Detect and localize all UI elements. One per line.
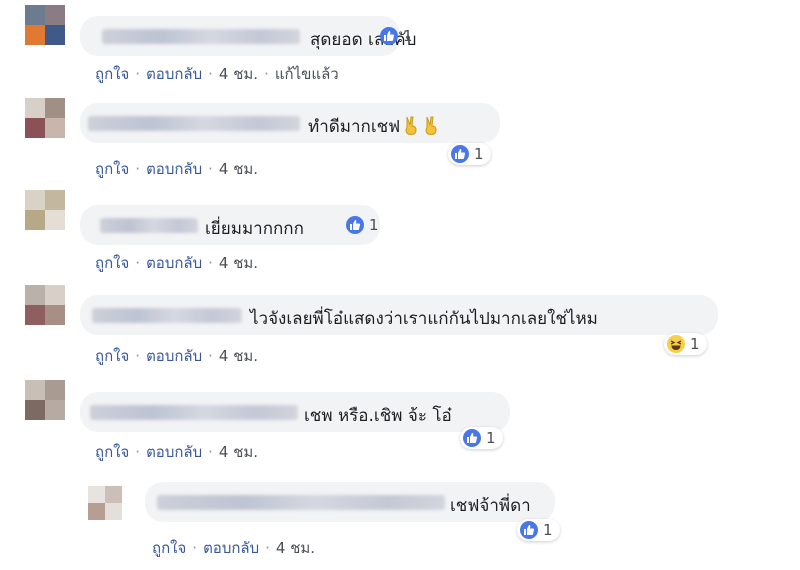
comment-bubble: ทำดีมากเชฟ [80,103,500,143]
thumbs-up-icon [346,216,364,234]
victory-hand-icon [403,116,420,136]
like-link[interactable]: ถูกใจ [95,160,129,178]
comment: ทำดีมากเชฟ 1 ถูกใจ · ตอบกลับ · 4 ชม. [0,95,800,187]
thumbs-up-icon [520,521,538,539]
reaction-count: 1 [486,429,496,447]
reaction-count: 1 [690,335,700,353]
victory-hand-icon [423,116,440,136]
commenter-name[interactable] [100,218,198,233]
like-reaction-badge[interactable]: 1 [460,427,503,449]
like-link[interactable]: ถูกใจ [152,539,186,557]
comment: เยี่ยมมากกกก 1 ถูกใจ · ตอบกลับ · 4 ชม. [0,187,800,282]
timestamp[interactable]: 4 ชม. [219,254,258,272]
comment: สุดยอด เลยคับ 1 ถูกใจ · ตอบกลับ · 4 ชม. · แก้ไ… [0,0,800,95]
reply-link[interactable]: ตอบกลับ [146,443,202,461]
comment-text: เยี่ยมมากกกก [205,219,304,239]
comment-bubble: สุดยอด เลยคับ [80,16,416,56]
reply-comment: เชฟจ้าพี่ดา 1 ถูกใจ · ตอบกลับ · 4 ชม. [0,470,800,570]
comment-actions: ถูกใจ · ตอบกลับ · 4 ชม. · แก้ไขแล้ว [95,65,339,83]
comment-actions: ถูกใจ · ตอบกลับ · 4 ชม. [95,347,259,365]
reply-link[interactable]: ตอบกลับ [146,65,202,83]
comment-bubble: ไวจังเลยพี่โอ๋แสดงว่าเราแก่กันไปมากเลยใช… [80,295,718,335]
commenter-name[interactable] [88,116,300,131]
avatar[interactable] [25,98,65,138]
like-link[interactable]: ถูกใจ [95,65,129,83]
timestamp[interactable]: 4 ชม. [219,443,258,461]
timestamp[interactable]: 4 ชม. [219,160,258,178]
comment-text-body: ทำดีมากเชฟ [308,117,401,137]
haha-reaction-badge[interactable]: 1 [664,333,707,355]
comment-bubble: เชฟจ้าพี่ดา [145,482,555,522]
avatar[interactable] [25,285,65,325]
avatar[interactable] [25,5,65,45]
laughing-face-icon [667,335,685,353]
reply-link[interactable]: ตอบกลับ [146,254,202,272]
like-reaction-badge[interactable]: 1 [448,143,491,165]
like-link[interactable]: ถูกใจ [95,347,129,365]
commenter-name[interactable] [90,405,298,420]
comment-text: ไวจังเลยพี่โอ๋แสดงว่าเราแก่กันไปมากเลยใช… [250,309,598,329]
reaction-count: 1 [369,216,379,234]
reaction-count: 1 [543,521,553,539]
avatar[interactable] [88,486,122,520]
comment-actions: ถูกใจ · ตอบกลับ · 4 ชม. [95,160,259,178]
timestamp[interactable]: 4 ชม. [219,65,258,83]
comment: ไวจังเลยพี่โอ๋แสดงว่าเราแก่กันไปมากเลยใช… [0,282,800,374]
thumbs-up-icon [463,429,481,447]
reaction-count: 1 [474,145,484,163]
reply-link[interactable]: ตอบกลับ [146,160,202,178]
thumbs-up-icon [380,27,398,45]
like-link[interactable]: ถูกใจ [95,443,129,461]
commenter-name[interactable] [92,308,242,323]
avatar[interactable] [25,380,65,420]
like-reaction-badge[interactable]: 1 [377,25,420,47]
reaction-count: 1 [403,27,413,45]
thumbs-up-icon [451,145,469,163]
edited-label[interactable]: แก้ไขแล้ว [275,65,339,83]
reply-link[interactable]: ตอบกลับ [203,539,259,557]
comment-bubble: เชพ หรือ.เชิพ จ้ะ โอ๋ [80,392,510,432]
comment-text: เชฟจ้าพี่ดา [450,496,531,516]
comment: เชพ หรือ.เชิพ จ้ะ โอ๋ 1 ถูกใจ · ตอบกลับ · 4 … [0,374,800,470]
comment-actions: ถูกใจ · ตอบกลับ · 4 ชม. [95,254,259,272]
comment-bubble: เยี่ยมมากกกก [80,205,380,245]
comment-actions: ถูกใจ · ตอบกลับ · 4 ชม. [152,539,316,557]
comment-actions: ถูกใจ · ตอบกลับ · 4 ชม. [95,443,259,461]
timestamp[interactable]: 4 ชม. [219,347,258,365]
like-reaction-badge[interactable]: 1 [517,519,560,541]
like-link[interactable]: ถูกใจ [95,254,129,272]
commenter-name[interactable] [102,29,300,44]
timestamp[interactable]: 4 ชม. [276,539,315,557]
like-reaction-badge[interactable]: 1 [343,214,386,236]
comment-text: เชพ หรือ.เชิพ จ้ะ โอ๋ [304,406,452,426]
reply-link[interactable]: ตอบกลับ [146,347,202,365]
commenter-name[interactable] [157,495,445,510]
avatar[interactable] [25,190,65,230]
comment-text: ทำดีมากเชฟ [308,113,440,140]
